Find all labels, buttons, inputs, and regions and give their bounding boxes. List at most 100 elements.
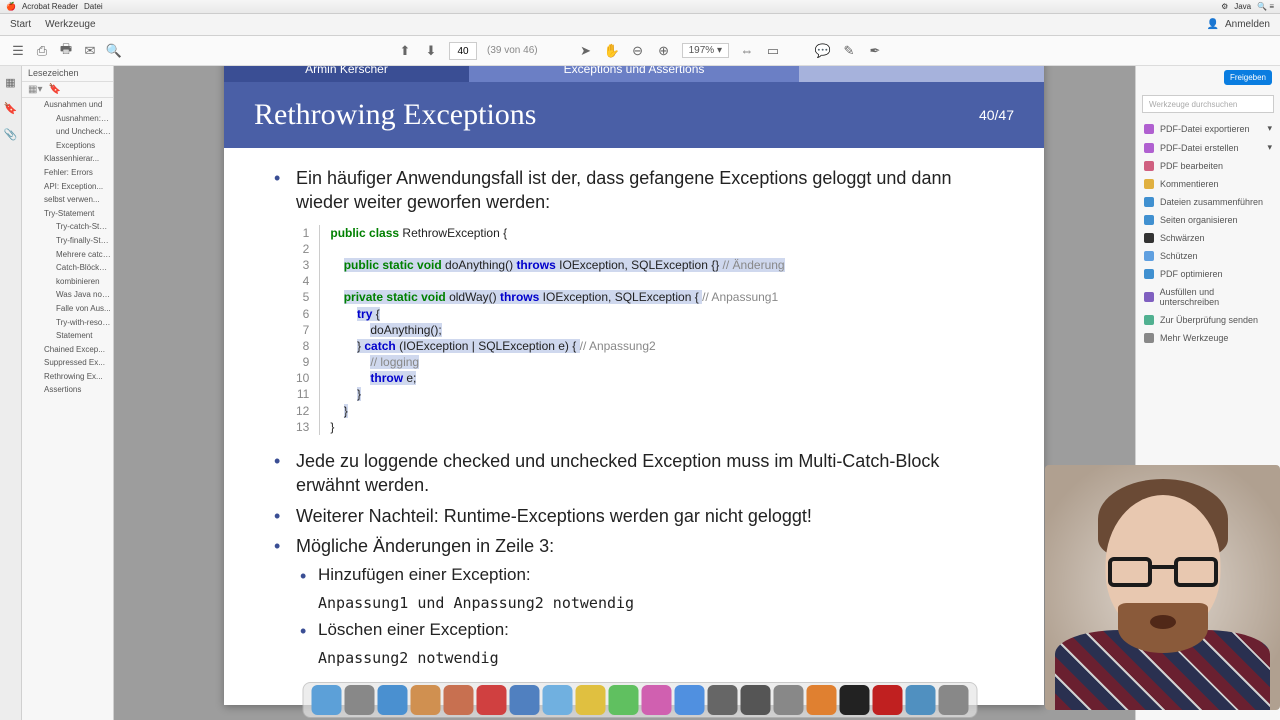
print-icon[interactable]: 🖶 [58, 43, 74, 59]
bookmark-item[interactable]: Falle von Aus... [22, 302, 113, 316]
page-number-input[interactable]: 40 [449, 42, 477, 60]
dock-app[interactable] [807, 685, 837, 715]
sign-icon[interactable]: ✒ [867, 43, 883, 59]
fit-page-icon[interactable]: ▭ [765, 43, 781, 59]
attachment-icon[interactable]: 📎 [3, 126, 19, 142]
tool-item[interactable]: Zur Überprüfung senden [1136, 311, 1280, 329]
tool-item[interactable]: PDF bearbeiten [1136, 157, 1280, 175]
app-tabs: Start Werkzeuge 👤 Anmelden [0, 14, 1280, 36]
bookmarks-panel: Lesezeichen ▦▾🔖 Ausnahmen undAusnahmen: … [22, 66, 114, 720]
share-button[interactable]: Freigeben [1224, 70, 1272, 85]
page-total-label: (39 von 46) [487, 45, 538, 56]
sidebar-toggle-icon[interactable]: ☰ [10, 43, 26, 59]
bookmark-item[interactable]: Try-with-resou... [22, 316, 113, 330]
bookmark-item[interactable]: Mehrere catch... [22, 248, 113, 262]
dock-app[interactable] [576, 685, 606, 715]
bookmarks-title: Lesezeichen [22, 66, 113, 82]
page-down-icon[interactable]: ⬇ [423, 43, 439, 59]
tool-item[interactable]: PDF-Datei exportieren▾ [1136, 119, 1280, 138]
dock-app[interactable] [345, 685, 375, 715]
bookmark-item[interactable]: Catch-Blöcke ... [22, 261, 113, 275]
page-up-icon[interactable]: ⬆ [397, 43, 413, 59]
sub-bullet: Löschen einer Exception: [274, 619, 1004, 642]
dock-app[interactable] [510, 685, 540, 715]
tool-item[interactable]: PDF-Datei erstellen▾ [1136, 138, 1280, 157]
dock-app[interactable] [378, 685, 408, 715]
dock-app[interactable] [774, 685, 804, 715]
tool-item[interactable]: Dateien zusammenführen [1136, 193, 1280, 211]
comment-icon[interactable]: 💬 [815, 43, 831, 59]
thumbnails-icon[interactable]: ▦ [3, 74, 19, 90]
dock-app[interactable] [444, 685, 474, 715]
pointer-icon[interactable]: ➤ [578, 43, 594, 59]
bookmark-item[interactable]: Try-Statement [22, 207, 113, 221]
bookmark-item[interactable]: Fehler: Errors [22, 166, 113, 180]
bookmark-item[interactable]: Chained Excep... [22, 343, 113, 357]
dock-app[interactable] [741, 685, 771, 715]
search-icon[interactable]: 🔍 [106, 43, 122, 59]
dock-app[interactable] [873, 685, 903, 715]
mail-icon[interactable]: ✉ [82, 43, 98, 59]
zoom-select[interactable]: 197% ▾ [682, 43, 729, 58]
highlight-icon[interactable]: ✎ [841, 43, 857, 59]
slide-title: Rethrowing Exceptions [254, 98, 536, 132]
sub-text: Anpassung2 notwendig [274, 648, 1004, 668]
zoom-in-icon[interactable]: ⊕ [656, 43, 672, 59]
tab-start[interactable]: Start [10, 19, 31, 30]
bookmark-item[interactable]: Suppressed Ex... [22, 356, 113, 370]
bookmark-item[interactable]: Ausnahmen und [22, 98, 113, 112]
tab-tools[interactable]: Werkzeuge [45, 19, 95, 30]
save-icon[interactable]: ⎙ [34, 43, 50, 59]
bookmark-item[interactable]: Exceptions [22, 139, 113, 153]
dock-app[interactable] [840, 685, 870, 715]
bookmark-item[interactable]: Assertions [22, 383, 113, 397]
bookmark-item[interactable]: Klassenhierar... [22, 152, 113, 166]
dock[interactable] [303, 682, 978, 718]
slide-author: Armin Kerscher [224, 66, 469, 82]
dock-app[interactable] [312, 685, 342, 715]
bookmark-item[interactable]: Try-finally-Sta... [22, 234, 113, 248]
bookmark-item[interactable]: selbst verwen... [22, 193, 113, 207]
tools-search-input[interactable]: Werkzeuge durchsuchen [1142, 95, 1274, 113]
tool-item[interactable]: Schwärzen [1136, 229, 1280, 247]
bullet: Ein häufiger Anwendungsfall ist der, das… [274, 166, 1004, 215]
slide-page-number: 40/47 [979, 107, 1014, 123]
sub-text: Anpassung1 und Anpassung2 notwendig [274, 593, 1004, 613]
tool-item[interactable]: PDF optimieren [1136, 265, 1280, 283]
dock-app[interactable] [609, 685, 639, 715]
bookmark-item[interactable]: API: Exception... [22, 180, 113, 194]
document-viewport[interactable]: Armin Kerscher Exceptions und Assertions… [114, 66, 1135, 720]
sidebar-strip: ▦ 🔖 📎 [0, 66, 22, 720]
tool-item[interactable]: Schützen [1136, 247, 1280, 265]
tool-item[interactable]: Seiten organisieren [1136, 211, 1280, 229]
dock-app[interactable] [543, 685, 573, 715]
bookmark-item[interactable]: kombinieren [22, 275, 113, 289]
zoom-out-icon[interactable]: ⊖ [630, 43, 646, 59]
bookmark-item[interactable]: Was Java noc... [22, 288, 113, 302]
dock-app[interactable] [642, 685, 672, 715]
bookmark-item[interactable]: und Unchecke... [22, 125, 113, 139]
fit-width-icon[interactable]: ⇔ [739, 43, 755, 59]
bullet: Mögliche Änderungen in Zeile 3: [274, 534, 1004, 558]
bookmark-item[interactable]: Statement [22, 329, 113, 343]
code-block: 12345678910111213 public class RethrowEx… [296, 225, 1004, 435]
dock-app[interactable] [477, 685, 507, 715]
tool-item[interactable]: Kommentieren [1136, 175, 1280, 193]
bookmark-item[interactable]: Try-catch-Stat... [22, 220, 113, 234]
dock-app[interactable] [939, 685, 969, 715]
tool-item[interactable]: Mehr Werkzeuge [1136, 329, 1280, 347]
sub-bullet: Hinzufügen einer Exception: [274, 564, 1004, 587]
dock-app[interactable] [675, 685, 705, 715]
bookmark-item[interactable]: Ausnahmen: C... [22, 112, 113, 126]
bookmark-icon[interactable]: 🔖 [3, 100, 19, 116]
dock-app[interactable] [708, 685, 738, 715]
user-icon[interactable]: 👤 [1207, 19, 1219, 30]
tool-item[interactable]: Ausfüllen und unterschreiben [1136, 283, 1280, 311]
hand-icon[interactable]: ✋ [604, 43, 620, 59]
signin-link[interactable]: Anmelden [1225, 19, 1270, 30]
dock-app[interactable] [411, 685, 441, 715]
bullet: Jede zu loggende checked und unchecked E… [274, 449, 1004, 498]
dock-app[interactable] [906, 685, 936, 715]
bookmark-item[interactable]: Rethrowing Ex... [22, 370, 113, 384]
slide-topic: Exceptions und Assertions [469, 66, 799, 82]
